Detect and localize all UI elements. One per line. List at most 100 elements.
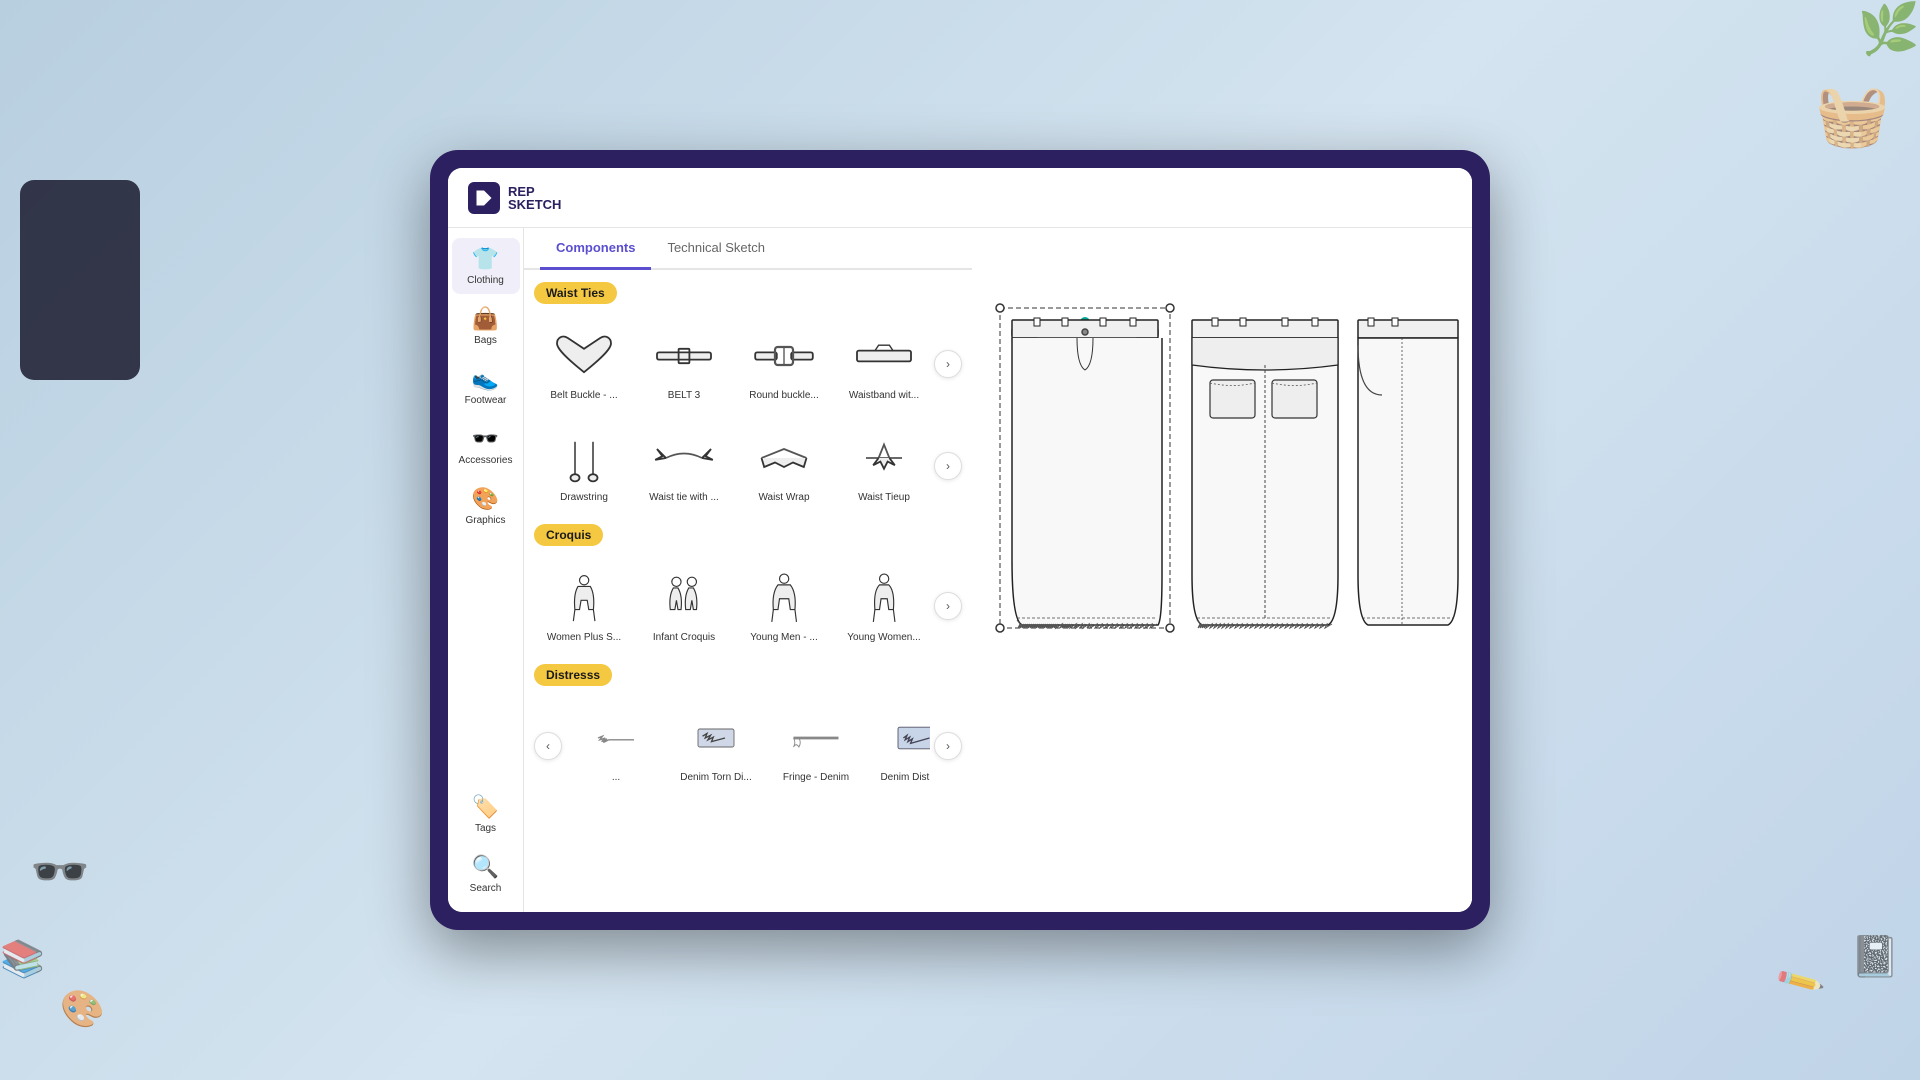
sidebar: 👕 Clothing 👜 Bags 👟 Footwear 🕶️ Accessor…	[448, 228, 524, 912]
sidebar-item-tags[interactable]: 🏷️ Tags	[452, 786, 520, 842]
item-thumb-fringe-denim	[776, 708, 856, 768]
skirt-sketch-svg	[982, 280, 1462, 860]
item-name-young-women: Young Women...	[847, 632, 920, 644]
item-name-waist-tie: Waist tie with ...	[649, 492, 719, 504]
section-label-croquis: Croquis	[534, 524, 603, 546]
belt-buckles-row: Belt Buckle - ...	[534, 320, 962, 408]
item-thumb-infant	[644, 568, 724, 628]
panel-tabs: Components Technical Sketch	[524, 228, 972, 270]
sidebar-item-search[interactable]: 🔍 Search	[452, 846, 520, 902]
app-header: REP SKETCH	[448, 168, 1472, 228]
item-thumb-denim-distres1	[876, 708, 930, 768]
logo-icon	[468, 182, 500, 214]
sidebar-label-search: Search	[470, 883, 502, 894]
tags-icon: 🏷️	[472, 794, 499, 820]
item-name-women-plus: Women Plus S...	[547, 632, 621, 644]
item-thumb-belt3	[644, 326, 724, 386]
tab-technical-sketch[interactable]: Technical Sketch	[651, 228, 781, 270]
item-denim-distres1[interactable]: Denim Distres...	[866, 702, 930, 790]
drawstring-grid: Drawstring	[534, 422, 930, 510]
item-name-drawstring: Drawstring	[560, 492, 608, 504]
distress-row-nav-right[interactable]: ›	[934, 732, 962, 760]
item-thumb-waistband	[844, 326, 924, 386]
item-belt3[interactable]: BELT 3	[634, 320, 734, 408]
logo-area: REP SKETCH	[468, 182, 561, 214]
belt-row-nav-right[interactable]: ›	[934, 350, 962, 378]
section-label-waist-ties: Waist Ties	[534, 282, 617, 304]
item-name-waist-tieup: Waist Tieup	[858, 492, 910, 504]
footwear-icon: 👟	[472, 366, 499, 392]
monitor: REP SKETCH 👕 Clothing 👜 Bags	[430, 150, 1490, 930]
distress-row-nav-left[interactable]: ‹	[534, 732, 562, 760]
sidebar-label-footwear: Footwear	[465, 395, 507, 406]
item-denim-torn[interactable]: Denim Torn Di...	[666, 702, 766, 790]
item-drawstring[interactable]: Drawstring	[534, 422, 634, 510]
item-thumb-young-women	[844, 568, 924, 628]
components-panel: Components Technical Sketch Waist Ties	[524, 228, 972, 912]
croquis-row-nav-right[interactable]: ›	[934, 592, 962, 620]
item-name-denim-torn: Denim Torn Di...	[680, 772, 752, 784]
drawstring-row-nav-right[interactable]: ›	[934, 452, 962, 480]
item-infant[interactable]: Infant Croquis	[634, 562, 734, 650]
accessories-icon: 🕶️	[472, 426, 499, 452]
logo-text: REP SKETCH	[508, 185, 561, 211]
sidebar-item-footwear[interactable]: 👟 Footwear	[452, 358, 520, 414]
item-distress0[interactable]: ...	[566, 702, 666, 790]
graphics-icon: 🎨	[472, 486, 499, 512]
clothing-icon: 👕	[472, 246, 499, 272]
phone-decoration	[20, 180, 140, 380]
item-name-denim-distres1: Denim Distres...	[880, 772, 930, 784]
belt-buckles-grid: Belt Buckle - ...	[534, 320, 930, 408]
item-waist-wrap[interactable]: Waist Wrap	[734, 422, 834, 510]
item-waist-tie[interactable]: Waist tie with ...	[634, 422, 734, 510]
drawstring-row: Drawstring	[534, 422, 962, 510]
item-name-round-buckle: Round buckle...	[749, 390, 819, 402]
item-thumb-distress0	[576, 708, 656, 768]
basket-decoration: 🧺	[1815, 80, 1890, 151]
croquis-grid: Women Plus S...	[534, 562, 930, 650]
item-belt-buckle[interactable]: Belt Buckle - ...	[534, 320, 634, 408]
croquis-row: Women Plus S...	[534, 562, 962, 650]
bags-icon: 👜	[472, 306, 499, 332]
sidebar-label-clothing: Clothing	[467, 275, 504, 286]
item-fringe-denim[interactable]: Fringe - Denim	[766, 702, 866, 790]
item-thumb-waist-tie	[644, 428, 724, 488]
item-round-buckle[interactable]: Round buckle...	[734, 320, 834, 408]
monitor-screen: REP SKETCH 👕 Clothing 👜 Bags	[448, 168, 1472, 912]
item-name-belt3: BELT 3	[668, 390, 700, 402]
sidebar-label-tags: Tags	[475, 823, 496, 834]
sidebar-item-graphics[interactable]: 🎨 Graphics	[452, 478, 520, 534]
item-waist-tieup[interactable]: Waist Tieup	[834, 422, 930, 510]
app-body: 👕 Clothing 👜 Bags 👟 Footwear 🕶️ Accessor…	[448, 228, 1472, 912]
pencil-decoration: ✏️	[1773, 955, 1827, 1008]
search-icon: 🔍	[472, 854, 499, 880]
item-name-distress0: ...	[612, 772, 620, 784]
sidebar-item-bags[interactable]: 👜 Bags	[452, 298, 520, 354]
tab-components[interactable]: Components	[540, 228, 651, 270]
distress-row: ‹ ...	[534, 702, 962, 790]
swatches-decoration: 🎨	[60, 988, 105, 1030]
distress-grid: ... D	[566, 702, 930, 790]
item-women-plus[interactable]: Women Plus S...	[534, 562, 634, 650]
panel-content: Waist Ties	[524, 270, 972, 912]
logo-svg	[474, 188, 494, 208]
item-thumb-round-buckle	[744, 326, 824, 386]
item-name-infant: Infant Croquis	[653, 632, 715, 644]
item-young-men[interactable]: Young Men - ...	[734, 562, 834, 650]
item-young-women[interactable]: Young Women...	[834, 562, 930, 650]
sidebar-item-accessories[interactable]: 🕶️ Accessories	[452, 418, 520, 474]
item-name-belt-buckle: Belt Buckle - ...	[550, 390, 617, 402]
logo-rep-text: REP	[508, 185, 561, 198]
books-decoration: 📚	[0, 938, 45, 980]
item-thumb-drawstring	[544, 428, 624, 488]
item-name-young-men: Young Men - ...	[750, 632, 817, 644]
item-thumb-denim-torn	[676, 708, 756, 768]
item-waistband[interactable]: Waistband wit...	[834, 320, 930, 408]
sidebar-label-bags: Bags	[474, 335, 497, 346]
item-thumb-young-men	[744, 568, 824, 628]
sidebar-item-clothing[interactable]: 👕 Clothing	[452, 238, 520, 294]
item-name-waist-wrap: Waist Wrap	[758, 492, 809, 504]
item-thumb-women-plus	[544, 568, 624, 628]
plant-decoration: 🌿	[1858, 0, 1920, 59]
notebook-decoration: 📓	[1850, 933, 1900, 980]
